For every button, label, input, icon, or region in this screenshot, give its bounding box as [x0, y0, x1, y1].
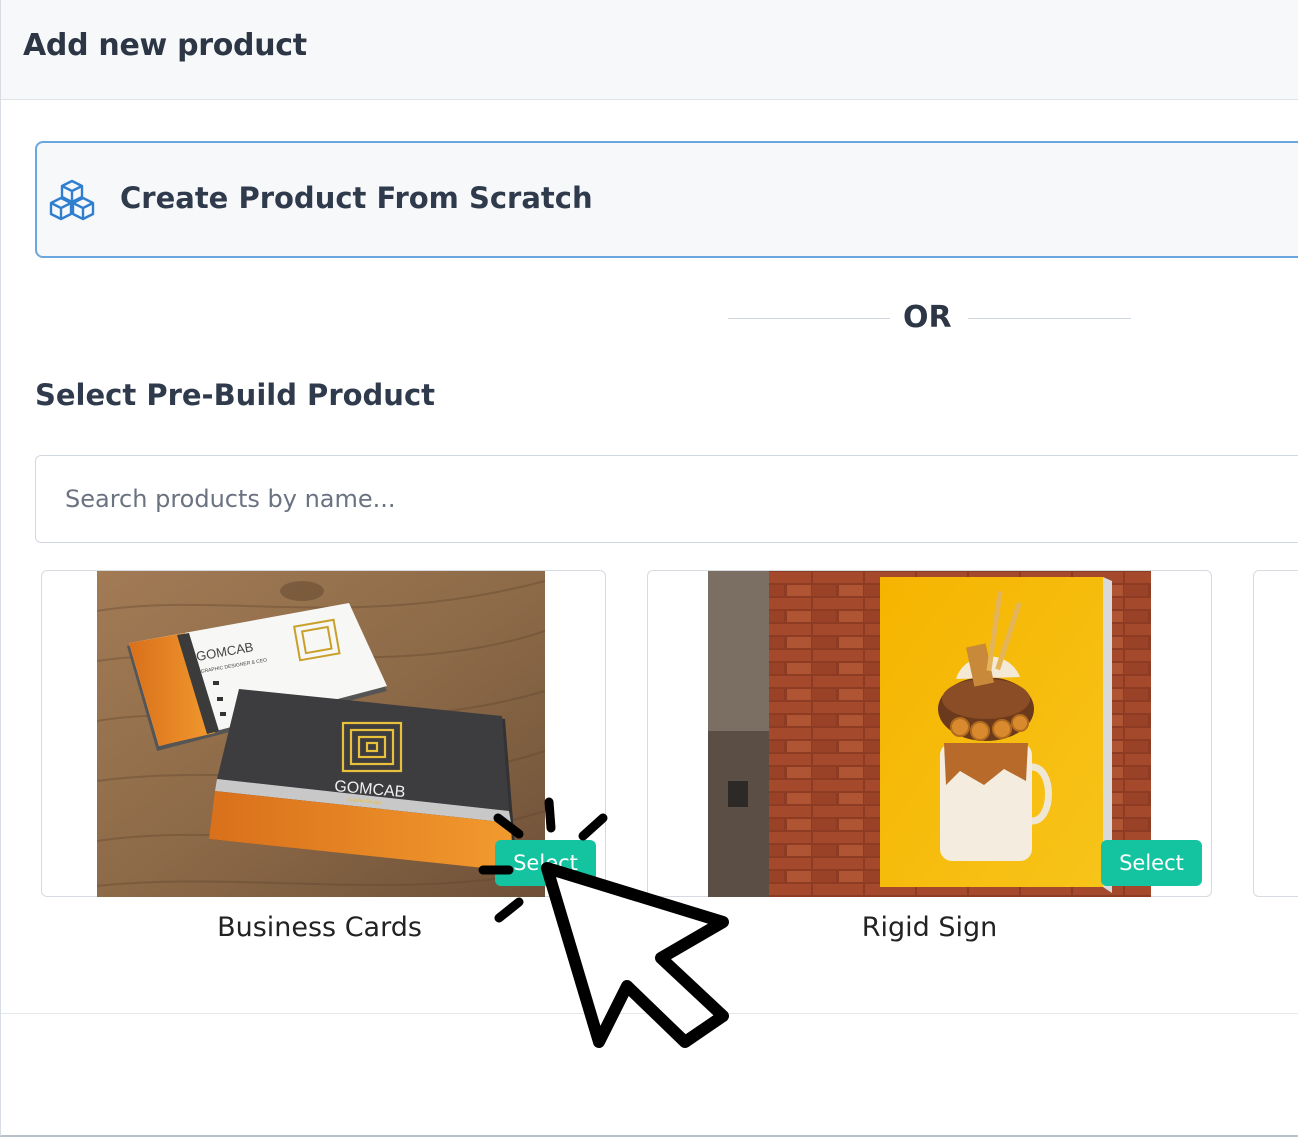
modal-header: Add new product	[1, 0, 1298, 100]
footer-divider	[1, 1013, 1298, 1014]
or-text: OR	[903, 300, 952, 335]
product-search-input[interactable]	[35, 455, 1298, 543]
divider-line-left	[728, 318, 890, 319]
product-name-business-cards: Business Cards	[217, 912, 422, 943]
product-card-partial[interactable]	[1253, 570, 1298, 897]
add-product-modal: Add new product Create Product From Scra…	[0, 0, 1298, 1137]
business-cards-image: GOMCAB GRAPHIC DESIGNER & CEO GOMCAB Gra…	[97, 571, 545, 897]
product-name-rigid-sign: Rigid Sign	[861, 912, 998, 943]
rigid-sign-image	[708, 571, 1151, 897]
modal-title: Add new product	[23, 28, 307, 63]
select-business-cards-button[interactable]: Select	[495, 840, 596, 886]
select-rigid-sign-button[interactable]: Select	[1101, 840, 1202, 886]
divider-line-right	[968, 318, 1131, 319]
create-from-scratch-button[interactable]: Create Product From Scratch	[35, 141, 1298, 258]
prebuild-section-title: Select Pre-Build Product	[35, 378, 435, 412]
or-divider: OR	[728, 300, 1131, 338]
boxes-icon	[49, 179, 95, 221]
create-from-scratch-label: Create Product From Scratch	[120, 181, 593, 215]
